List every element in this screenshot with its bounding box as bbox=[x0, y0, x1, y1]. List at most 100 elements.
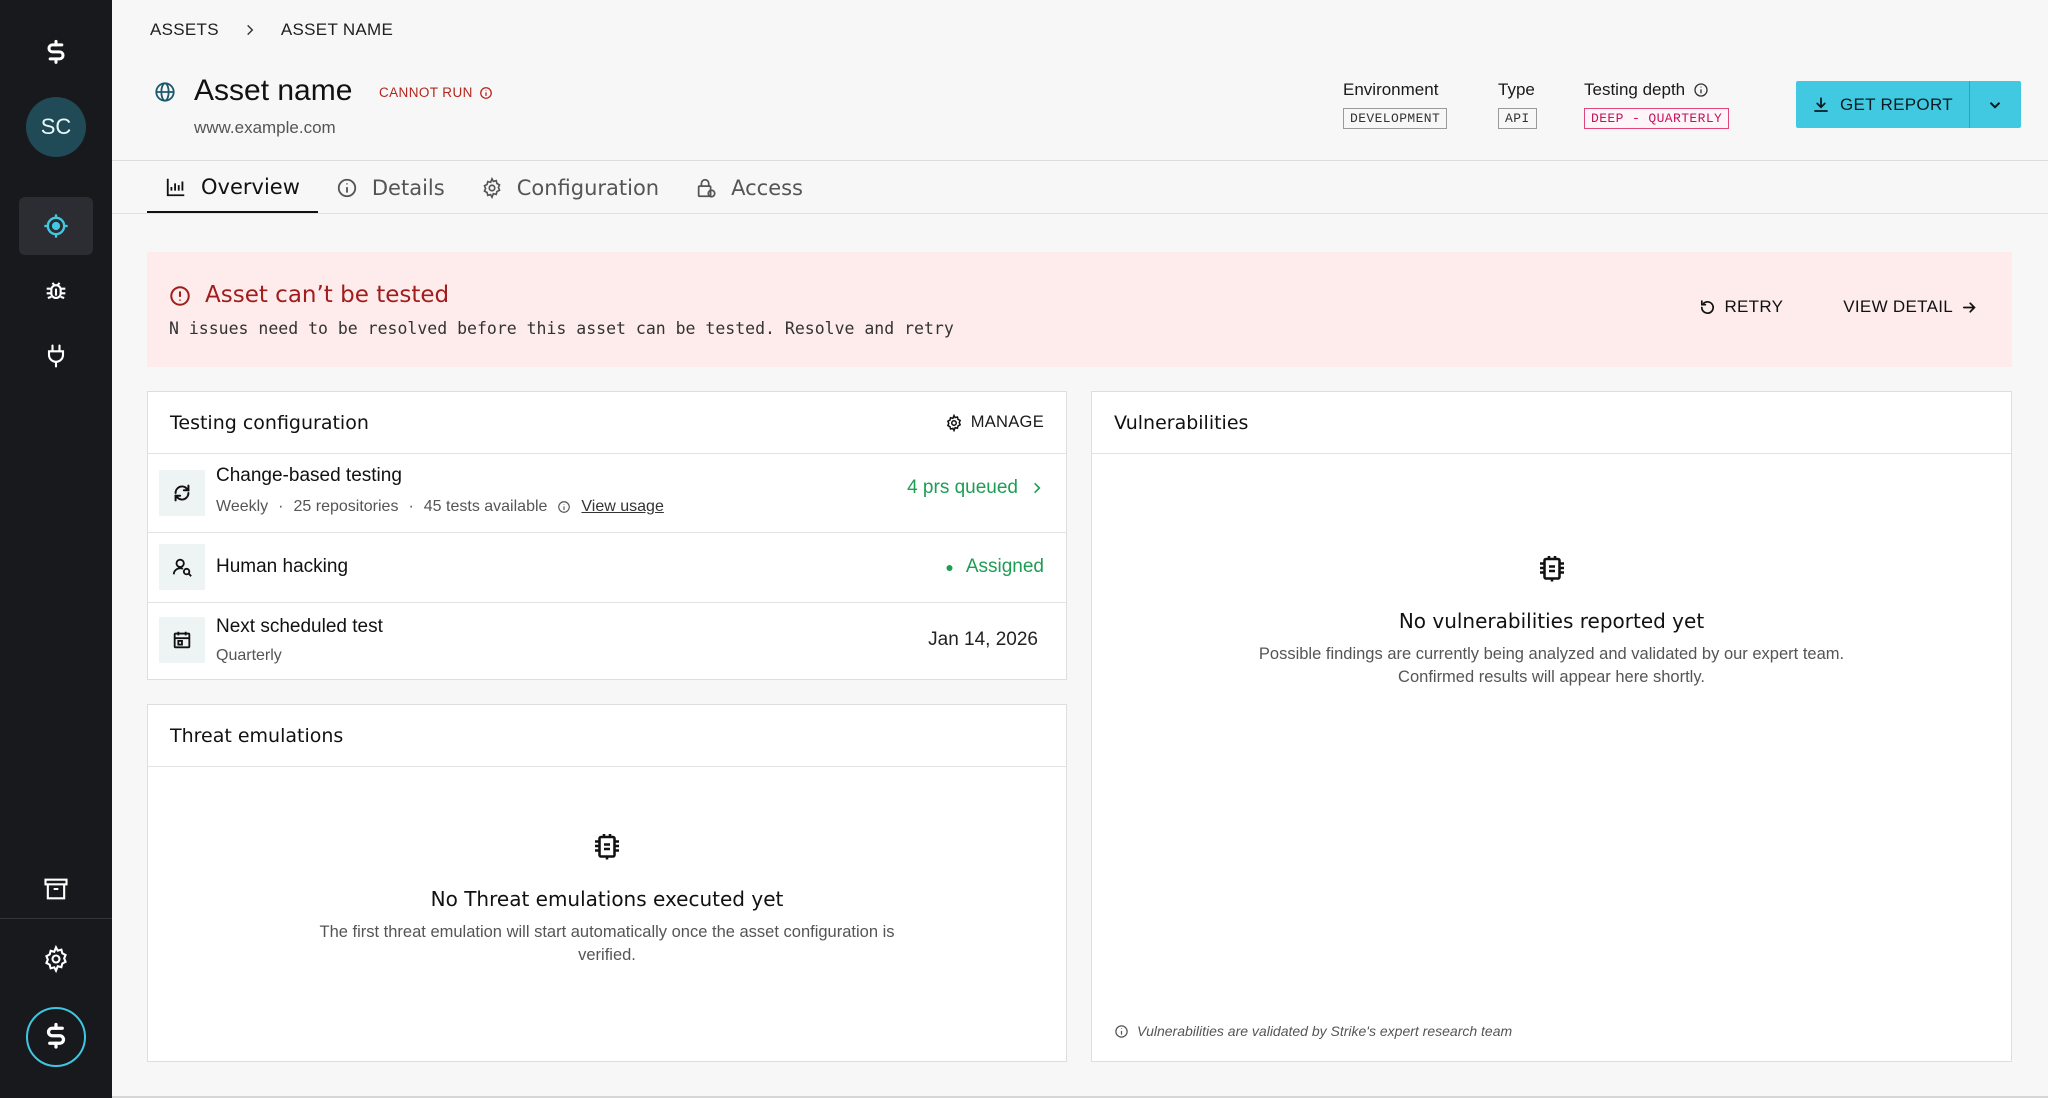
info-icon bbox=[337, 178, 357, 198]
testing-depth-meta: Testing depth DEEP - QUARTERLY bbox=[1584, 80, 1730, 129]
footnote-text: Vulnerabilities are validated by Strike'… bbox=[1137, 1023, 1513, 1039]
type-label: Type bbox=[1498, 80, 1535, 99]
card-title: Threat emulations bbox=[170, 724, 344, 747]
cfg-subtitle: Weekly · 25 repositories · 45 tests avai… bbox=[216, 498, 664, 516]
status-label: CANNOT RUN bbox=[379, 85, 473, 100]
testing-depth-label-row: Testing depth bbox=[1584, 80, 1729, 100]
testing-depth-tag: DEEP - QUARTERLY bbox=[1584, 108, 1730, 129]
empty-title: No vulnerabilities reported yet bbox=[1398, 609, 1705, 633]
chevron-down-icon bbox=[1990, 101, 2001, 109]
cfg-tests: 45 tests available bbox=[423, 498, 548, 515]
info-icon[interactable] bbox=[557, 500, 571, 514]
alert-description: N issues need to be resolved before this… bbox=[169, 319, 954, 338]
environment-meta: Environment DEVELOPMENT bbox=[1343, 80, 1448, 129]
view-usage-link[interactable]: View usage bbox=[581, 498, 663, 516]
alert-icon bbox=[170, 286, 190, 306]
prs-queued-label: 4 prs queued bbox=[907, 477, 1018, 498]
type-tag: API bbox=[1498, 108, 1537, 129]
tab-label: Configuration bbox=[516, 176, 660, 200]
alert-actions: RETRY VIEW DETAIL bbox=[1699, 297, 1978, 317]
sidebar-item-settings[interactable] bbox=[19, 930, 93, 988]
page-title: Asset name bbox=[194, 74, 353, 107]
plug-icon bbox=[47, 344, 65, 368]
assigned-status: ● Assigned bbox=[945, 556, 1044, 578]
cfg-name: Change-based testing bbox=[216, 465, 402, 486]
get-report-button[interactable]: GET REPORT bbox=[1796, 81, 1969, 128]
sidebar-item-assets[interactable] bbox=[19, 197, 93, 255]
type-meta: Type API bbox=[1498, 80, 1537, 129]
card-header: Threat emulations bbox=[148, 705, 1066, 767]
gear-icon bbox=[483, 177, 501, 199]
gear-icon bbox=[45, 945, 67, 973]
cfg-repositories: 25 repositories bbox=[293, 498, 399, 515]
archive-icon bbox=[44, 878, 68, 900]
sidebar-item-archive[interactable] bbox=[19, 860, 93, 918]
cfg-frequency: Weekly bbox=[216, 498, 269, 515]
gear-icon bbox=[946, 413, 961, 432]
chevron-right-icon bbox=[247, 24, 254, 36]
vulns-empty-state: No vulnerabilities reported yet Possible… bbox=[1092, 550, 2011, 689]
cfg-icon-box bbox=[159, 544, 205, 590]
empty-title: No Threat emulations executed yet bbox=[430, 887, 784, 911]
vulnerabilities-card: Vulnerabilities No vulnerabilities repor… bbox=[1091, 391, 2012, 1062]
tab-access[interactable]: Access bbox=[677, 162, 821, 214]
chevron-right-icon bbox=[1034, 482, 1041, 494]
environment-label: Environment bbox=[1343, 80, 1439, 99]
status-dot: ● bbox=[945, 559, 954, 575]
logo-icon[interactable] bbox=[19, 24, 93, 82]
separator-dot: · bbox=[278, 498, 284, 515]
asset-url: www.example.com bbox=[194, 118, 336, 137]
cfg-icon-box bbox=[159, 617, 205, 663]
config-row-change-based[interactable]: Change-based testing Weekly · 25 reposit… bbox=[148, 455, 1066, 533]
prs-queued-link[interactable]: 4 prs queued bbox=[907, 477, 1044, 499]
config-row-next-test: Next scheduled test Quarterly Jan 14, 20… bbox=[148, 603, 1066, 679]
header-divider bbox=[112, 160, 2048, 161]
user-search-icon bbox=[172, 558, 192, 577]
tab-overview[interactable]: Overview bbox=[147, 162, 318, 214]
get-report-label: GET REPORT bbox=[1840, 94, 1953, 114]
retry-button[interactable]: RETRY bbox=[1699, 297, 1783, 317]
get-report-split-button: GET REPORT bbox=[1796, 81, 2021, 128]
environment-tag: DEVELOPMENT bbox=[1343, 108, 1448, 129]
info-icon bbox=[1115, 1024, 1128, 1038]
tabs-divider bbox=[112, 213, 2048, 214]
tab-label: Details bbox=[371, 176, 445, 200]
sidebar-item-integrations[interactable] bbox=[19, 327, 93, 385]
avatar[interactable]: SC bbox=[26, 97, 86, 157]
next-test-date: Jan 14, 2026 bbox=[928, 629, 1038, 650]
status-badge: CANNOT RUN bbox=[379, 85, 493, 100]
get-report-dropdown[interactable] bbox=[1968, 81, 2021, 128]
view-detail-label: VIEW DETAIL bbox=[1843, 297, 1953, 316]
assigned-label: Assigned bbox=[965, 556, 1044, 577]
target-icon bbox=[44, 214, 68, 238]
chip-bug-icon bbox=[595, 834, 619, 860]
retry-label: RETRY bbox=[1724, 297, 1784, 316]
vulns-footnote: Vulnerabilities are validated by Strike'… bbox=[1114, 1023, 1512, 1039]
tab-configuration[interactable]: Configuration bbox=[463, 162, 677, 214]
card-title: Testing configuration bbox=[170, 411, 369, 434]
sidebar: SC bbox=[0, 0, 112, 1098]
view-detail-button[interactable]: VIEW DETAIL bbox=[1843, 297, 1978, 317]
breadcrumb: ASSETS ASSET NAME bbox=[150, 20, 393, 40]
config-row-human-hacking: Human hacking ● Assigned bbox=[148, 533, 1066, 603]
globe-icon bbox=[155, 82, 175, 102]
empty-description: The first threat emulation will start au… bbox=[319, 923, 895, 965]
info-icon[interactable] bbox=[1693, 82, 1709, 98]
manage-button[interactable]: MANAGE bbox=[945, 413, 1044, 432]
tab-bar: Overview Details Configuration Access bbox=[147, 162, 821, 214]
alert-title: Asset can’t be tested bbox=[205, 282, 450, 308]
card-header: Vulnerabilities bbox=[1092, 392, 2011, 454]
sidebar-item-vulnerabilities[interactable] bbox=[19, 262, 93, 320]
brand-icon[interactable] bbox=[26, 1007, 86, 1067]
info-icon[interactable] bbox=[479, 86, 493, 100]
tab-label: Overview bbox=[201, 174, 300, 199]
download-icon bbox=[1814, 96, 1828, 112]
breadcrumb-assets[interactable]: ASSETS bbox=[150, 20, 219, 40]
bug-icon bbox=[46, 282, 66, 300]
testing-depth-label: Testing depth bbox=[1584, 80, 1686, 99]
tab-details[interactable]: Details bbox=[318, 162, 463, 214]
calendar-icon bbox=[173, 631, 191, 649]
threats-empty-state: No Threat emulations executed yet The fi… bbox=[148, 828, 1066, 967]
testing-configuration-card: Testing configuration MANAGE Change-base… bbox=[147, 391, 1067, 680]
breadcrumb-current: ASSET NAME bbox=[280, 20, 394, 39]
